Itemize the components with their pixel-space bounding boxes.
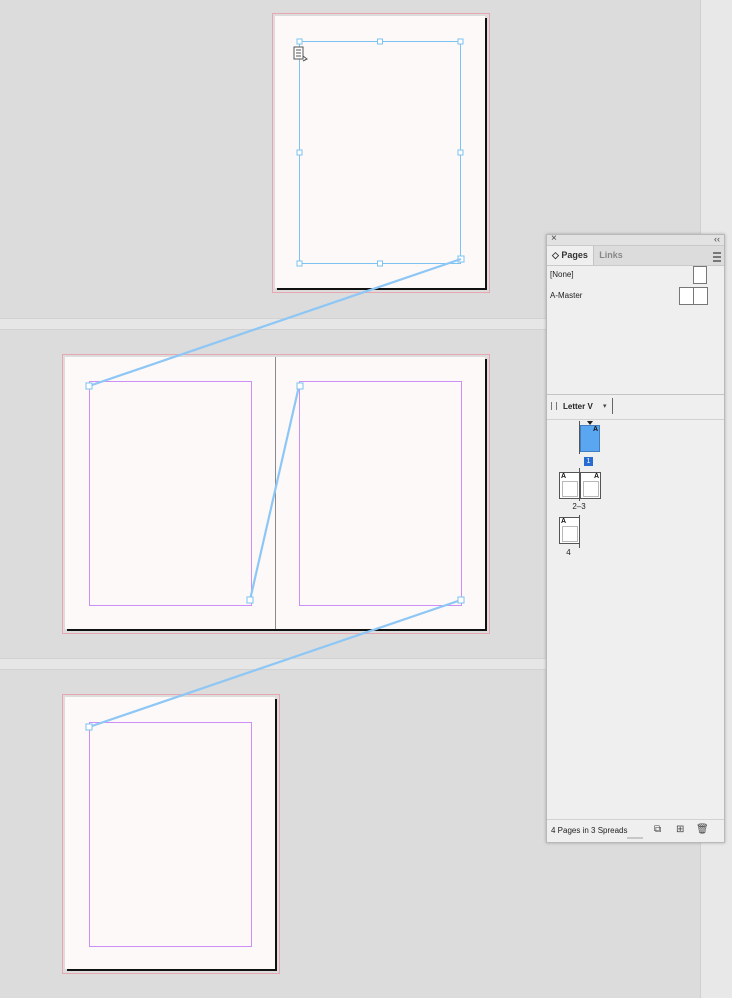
tab-pages[interactable]: ◇ Pages [547,246,594,265]
out-port [457,596,465,604]
page-thumbnail-frame [562,526,578,542]
page-thumbnail-3[interactable]: A [580,472,601,499]
master-none-row[interactable]: [None] [547,266,724,285]
master-letter: A [592,426,598,433]
grip-icon[interactable] [551,402,557,410]
page-thumbnail-2[interactable]: A [559,472,580,499]
master-a-left-thumbnail[interactable] [679,287,694,305]
pages-panel: × ‹‹ ◇ Pages Links [None] A-Master Lette… [546,233,725,843]
spread-spine-line [579,515,580,548]
frame-handle [457,149,464,156]
master-a-label: A-Master [550,291,583,300]
master-a-right-thumbnail[interactable] [693,287,708,305]
frame-handle [296,38,303,45]
in-port [296,382,304,390]
page-thumbnail-frame [583,481,599,497]
page-number-2-3[interactable]: 2–3 [564,502,594,511]
new-page-icon[interactable]: ⊞ [676,824,684,836]
spread-spine-line [579,421,580,454]
master-letter: A [593,473,599,480]
in-port [85,382,93,390]
panel-tabs: ◇ Pages Links [547,246,724,266]
chevron-down-icon[interactable]: ▾ [603,402,607,410]
master-letter: A [561,473,567,480]
master-letter: A [561,518,567,525]
frame-handle [377,38,383,45]
panel-title-bar[interactable]: × ‹‹ [547,233,724,246]
page-count-status: 4 Pages in 3 Spreads [551,826,628,835]
delete-page-icon[interactable]: 🗑 [696,824,709,836]
panel-menu-icon[interactable] [713,252,721,262]
master-a-row[interactable]: A-Master [547,287,724,306]
tab-links-label: Links [599,250,623,260]
text-thread-icon [293,46,308,62]
page-thumbnail-4[interactable]: A [559,517,580,544]
close-icon[interactable]: × [551,233,557,245]
page-number-4[interactable]: 4 [559,548,578,557]
panel-resize-handle[interactable] [627,837,643,839]
thread-line [248,385,301,601]
spread-spine-line [579,468,580,501]
text-frame-page-1 [296,38,465,267]
frame-handle [457,38,464,45]
master-none-label: [None] [550,270,574,279]
in-port [85,723,93,731]
frame-handle [296,149,303,156]
collapse-panel-icon[interactable]: ‹‹ [714,233,720,245]
out-port [246,596,254,604]
page-thumbnail-frame [562,481,578,497]
page-size-label[interactable]: Letter V [563,402,593,411]
frame-handle [377,260,383,267]
thread-line [88,598,462,729]
tab-links[interactable]: Links [594,246,628,265]
page-size-bar: Letter V ▾ [547,395,724,420]
page-thumbnail-1[interactable]: A [580,425,600,452]
page-number-1[interactable]: 1 [584,457,593,466]
thread-line [88,257,462,388]
frame-handle [296,260,303,267]
edit-page-size-icon[interactable]: ⧉ [654,824,661,836]
size-bar-separator [612,398,613,414]
master-none-thumbnail[interactable] [693,266,707,284]
tab-pages-label: ◇ Pages [552,250,588,260]
thread-lines [88,257,462,729]
